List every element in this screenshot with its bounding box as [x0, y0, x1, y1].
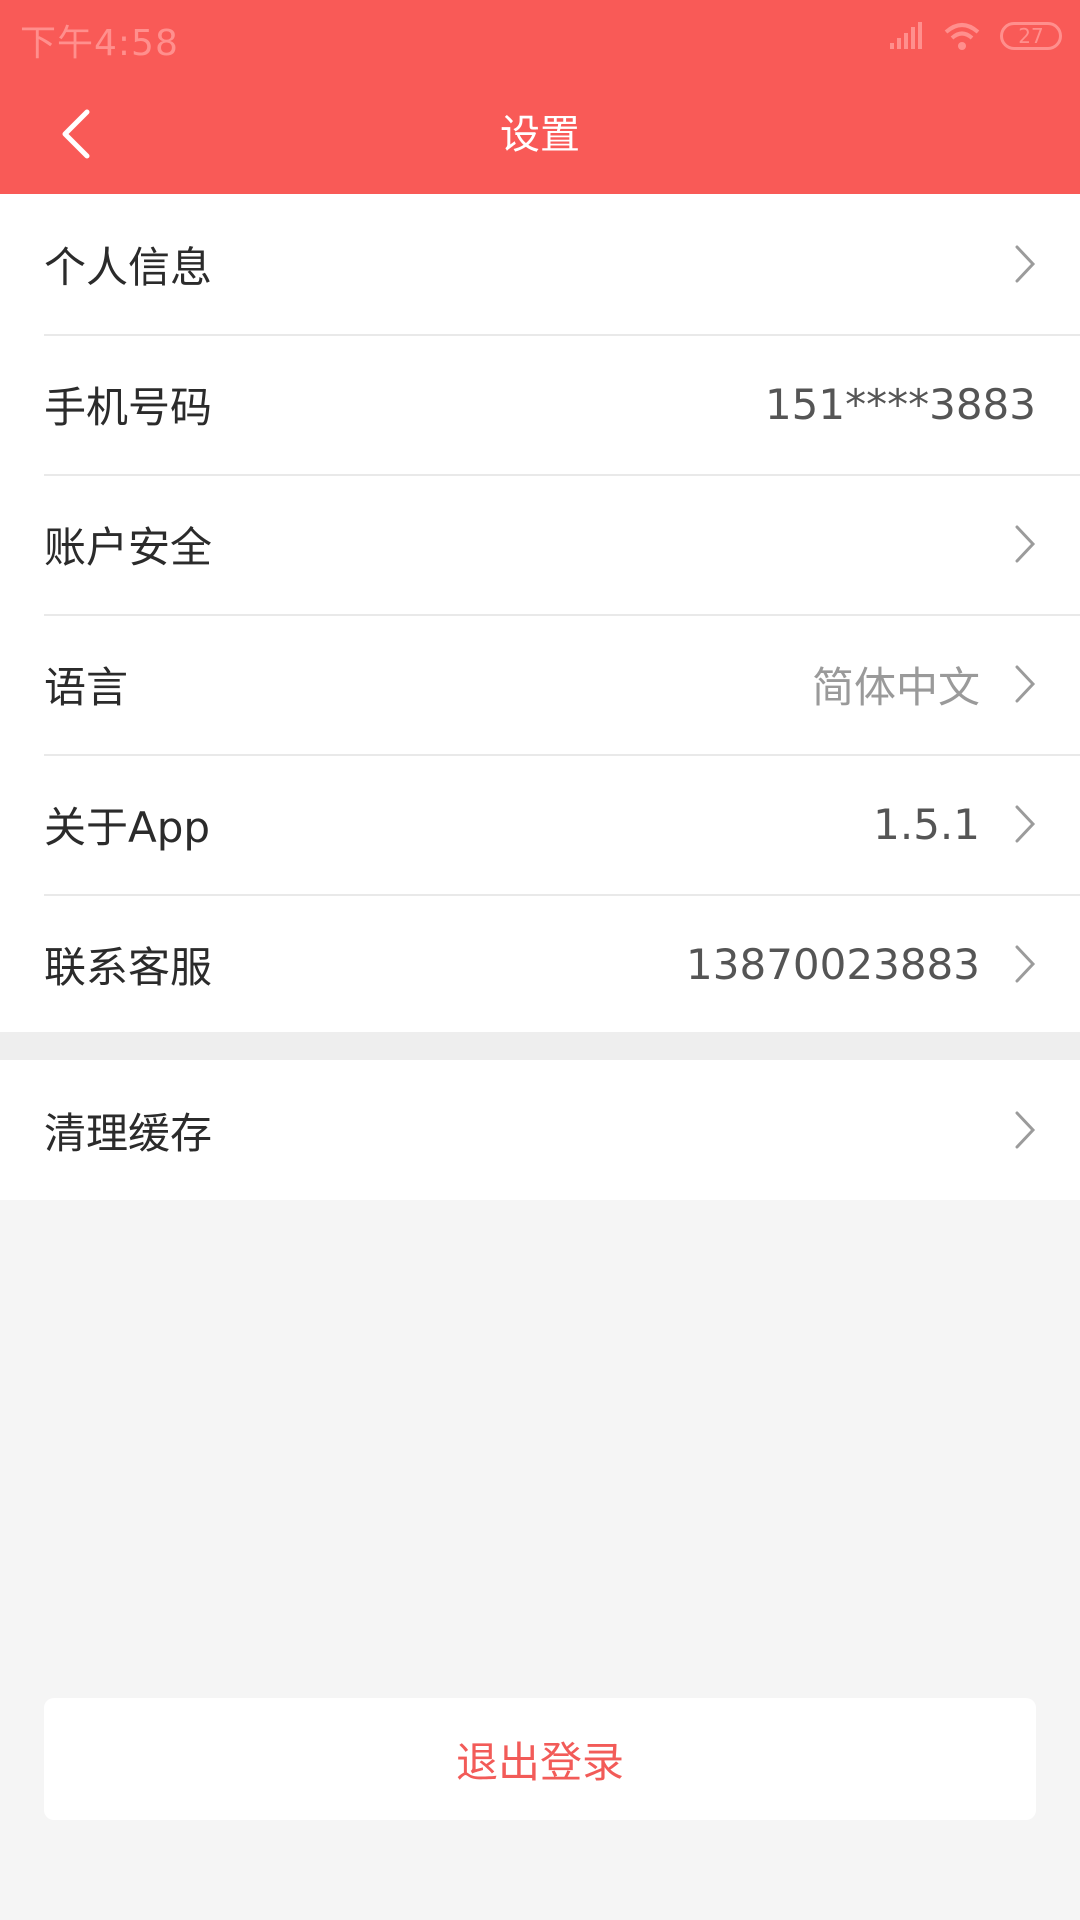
- row-label: 联系客服: [44, 942, 213, 992]
- battery-level: 27: [1018, 24, 1044, 48]
- settings-row-personal-info[interactable]: 个人信息: [0, 194, 1080, 334]
- version-value: 1.5.1: [873, 799, 980, 849]
- wifi-icon: [944, 23, 980, 50]
- phone-value: 151****3883: [764, 379, 1036, 429]
- settings-row-language[interactable]: 语言 简体中文: [0, 614, 1080, 754]
- row-label: 清理缓存: [44, 1108, 213, 1158]
- row-label: 关于App: [44, 802, 211, 852]
- settings-row-customer-service[interactable]: 联系客服 13870023883: [0, 894, 1080, 1034]
- settings-row-account-security[interactable]: 账户安全: [0, 474, 1080, 614]
- section-divider: [0, 1032, 1080, 1060]
- page-title: 设置: [500, 112, 580, 158]
- status-time: 下午4:58: [20, 23, 179, 64]
- chevron-right-icon: [1015, 665, 1036, 703]
- chevron-right-icon: [1015, 525, 1036, 563]
- battery-icon: 27: [1000, 22, 1062, 50]
- chevron-right-icon: [1015, 245, 1036, 283]
- settings-row-phone: 手机号码 151****3883: [0, 334, 1080, 474]
- cache-section: 清理缓存: [0, 1060, 1080, 1200]
- row-label: 账户安全: [44, 522, 213, 572]
- app-header: 下午4:58 27 设置: [0, 0, 1080, 194]
- signal-icon: [890, 22, 922, 49]
- row-label: 手机号码: [44, 382, 213, 432]
- service-phone-value: 13870023883: [686, 939, 980, 989]
- settings-row-about-app[interactable]: 关于App 1.5.1: [0, 754, 1080, 894]
- chevron-right-icon: [1015, 805, 1036, 843]
- chevron-right-icon: [1015, 1111, 1036, 1149]
- title-bar: 设置: [0, 74, 1080, 194]
- settings-list: 个人信息 手机号码 151****3883 账户安全 语言 简体中文 关于App…: [0, 194, 1080, 1034]
- logout-label: 退出登录: [455, 1737, 624, 1787]
- settings-row-clear-cache[interactable]: 清理缓存: [0, 1060, 1080, 1200]
- status-icons: 27: [888, 18, 1062, 54]
- chevron-right-icon: [1015, 945, 1036, 983]
- language-value: 简体中文: [811, 662, 980, 712]
- row-label: 语言: [44, 662, 129, 712]
- logout-button[interactable]: 退出登录: [44, 1698, 1036, 1820]
- row-label: 个人信息: [44, 242, 213, 292]
- status-bar: 下午4:58 27: [0, 0, 1080, 74]
